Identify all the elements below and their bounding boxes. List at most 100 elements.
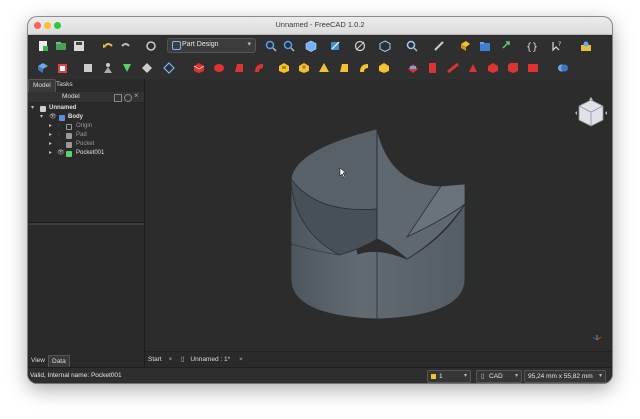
fit-all-icon[interactable] [264,39,277,52]
boolean-icon[interactable] [556,61,569,74]
svg-text:?: ? [558,41,561,48]
loft-icon[interactable] [232,61,245,74]
fit-selection-icon[interactable] [282,39,295,52]
view-cube-icon[interactable] [304,39,317,52]
std-view-icon[interactable] [328,39,341,52]
panel-splitter[interactable] [28,222,144,225]
polar-pattern-icon[interactable] [446,61,459,74]
chevron-down-icon: ▾ [247,41,251,48]
status-bar: Valid, Internal name: Pocket001 1 ▾ ▯ CA… [28,367,612,383]
model-tree: ▾ Unnamed ▾ 👁 Body ▸ ◌ Origin ▸ ◌ Pad ▸ … [31,105,105,158]
refresh-icon[interactable] [144,39,157,52]
datum-plane-icon[interactable] [162,61,175,74]
window-title: Unnamed - FreeCAD 1.0.2 [275,20,365,29]
tab-data[interactable]: Data [48,355,70,367]
chamfer-icon[interactable] [506,61,519,74]
shape-binder-icon[interactable] [101,61,114,74]
bounding-box-icon[interactable] [378,39,391,52]
group-icon[interactable] [478,39,491,52]
tab-start[interactable]: Start × [148,354,172,366]
combo-tabs: Model Tasks [28,79,144,92]
revolution-icon[interactable] [212,61,225,74]
linear-pattern-icon[interactable] [426,61,439,74]
pocket-icon[interactable] [277,61,290,74]
eye-off-icon[interactable]: ◌ [57,131,61,140]
close-icon[interactable]: × [134,91,139,100]
layer-selector[interactable]: 1 ▾ [427,370,471,383]
body-icon [59,114,65,121]
datum-icon[interactable] [140,61,153,74]
tab-document[interactable]: ▯ Unnamed : 1* × [181,354,243,366]
navigation-style-selector[interactable]: ▯ CAD ▾ [476,370,522,383]
mirrored-icon[interactable] [406,61,419,74]
chevron-right-icon: ▸ [49,132,53,138]
close-icon[interactable]: × [239,356,243,363]
tab-view[interactable]: View [28,355,48,366]
fillet-icon[interactable] [486,61,499,74]
measure-icon[interactable] [432,39,445,52]
eye-icon[interactable]: 👁 [49,113,57,122]
chevron-right-icon: ▸ [49,141,53,147]
3d-viewport[interactable] [145,79,612,351]
document-tabs: Start × ▯ Unnamed : 1* × [145,351,612,368]
pocket-icon [66,150,72,157]
draft-icon[interactable] [526,61,539,74]
redo-icon[interactable] [119,39,132,52]
workbench-selector[interactable]: Part Design ▾ [167,38,256,53]
body-icon[interactable] [36,61,49,74]
draw-style-icon[interactable] [353,39,366,52]
document-icon: ▯ [181,356,185,363]
eye-icon[interactable]: 👁 [57,149,65,158]
main-toolbar: Part Design ▾ {} ? [28,35,612,57]
sync-icon[interactable] [124,94,132,102]
clone-icon[interactable] [81,61,94,74]
part-design-toolbar [28,57,612,80]
subtractive-loft-icon[interactable] [337,61,350,74]
tab-tasks[interactable]: Tasks [52,79,77,91]
subtractive-primitive-icon[interactable] [377,61,390,74]
open-icon[interactable] [54,39,67,52]
chevron-down-icon: ▾ [514,373,518,379]
navigation-cube-icon[interactable] [575,97,607,134]
title-bar: Unnamed - FreeCAD 1.0.2 [28,17,612,35]
zoom-icon[interactable] [405,39,418,52]
save-icon[interactable] [72,39,85,52]
new-file-icon[interactable] [36,39,49,52]
sketch-icon[interactable] [56,61,69,74]
layer-icon [431,374,436,379]
part-model [290,128,466,320]
combo-view: Model Tasks Model × ▾ Unnamed ▾ 👁 Body ▸ [28,79,145,367]
dimension-display[interactable]: 95,24 mm x 55,82 mm ▾ [524,370,606,383]
eye-off-icon[interactable]: ◌ [57,122,61,131]
chevron-down-icon: ▾ [40,114,44,120]
pad-icon [66,132,72,139]
pad-icon[interactable] [192,61,205,74]
multi-transform-icon[interactable] [466,61,479,74]
eye-off-icon[interactable]: ◌ [57,140,61,149]
link-icon[interactable] [500,39,513,52]
axis-cross-icon [592,332,602,342]
pipe-icon[interactable] [252,61,265,74]
svg-text:{}: {} [526,42,537,52]
undo-icon[interactable] [101,39,114,52]
freecad-window: Unnamed - FreeCAD 1.0.2 Part Design ▾ {}… [28,17,612,383]
pocket-icon [66,141,72,148]
macro-icon[interactable]: {} [524,39,537,52]
model-header-label: Model [62,93,80,100]
what-is-icon[interactable]: ? [550,39,563,52]
chevron-down-icon: ▾ [31,105,35,111]
mouse-icon: ▯ [481,373,485,380]
subtractive-pipe-icon[interactable] [357,61,370,74]
groove-icon[interactable] [317,61,330,74]
close-icon[interactable]: × [169,356,173,363]
hole-icon[interactable] [297,61,310,74]
chevron-down-icon: ▾ [598,373,602,379]
chevron-down-icon: ▾ [463,373,467,379]
sub-shape-binder-icon[interactable] [120,61,133,74]
collapse-icon[interactable] [114,94,122,102]
settings-icon[interactable] [579,39,592,52]
origin-icon [66,123,72,130]
part-icon[interactable] [458,39,471,52]
status-message: Valid, Internal name: Pocket001 [30,372,122,379]
chevron-right-icon: ▸ [49,123,53,129]
